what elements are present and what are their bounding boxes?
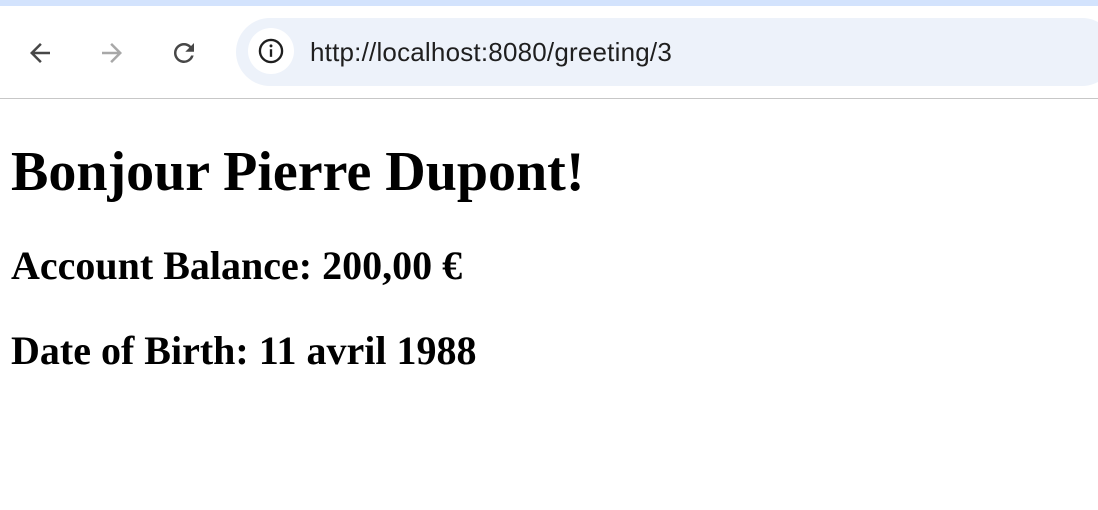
site-info-button[interactable] <box>248 28 294 74</box>
browser-toolbar: http://localhost:8080/greeting/3 <box>0 6 1098 99</box>
page-content: Bonjour Pierre Dupont! Account Balance: … <box>0 100 1098 510</box>
back-button[interactable] <box>20 33 60 73</box>
arrow-right-icon <box>102 43 122 63</box>
info-icon <box>258 38 284 64</box>
url-text[interactable]: http://localhost:8080/greeting/3 <box>310 18 672 86</box>
account-balance: Account Balance: 200,00 € <box>11 243 463 288</box>
reload-icon <box>173 42 194 63</box>
greeting-heading: Bonjour Pierre Dupont! <box>11 141 585 203</box>
browser-window: http://localhost:8080/greeting/3 Bonjour… <box>0 0 1098 510</box>
reload-button[interactable] <box>164 33 204 73</box>
address-bar[interactable]: http://localhost:8080/greeting/3 <box>236 18 1098 86</box>
forward-button[interactable] <box>92 33 132 73</box>
date-of-birth: Date of Birth: 11 avril 1988 <box>11 328 477 373</box>
arrow-left-icon <box>30 43 50 63</box>
